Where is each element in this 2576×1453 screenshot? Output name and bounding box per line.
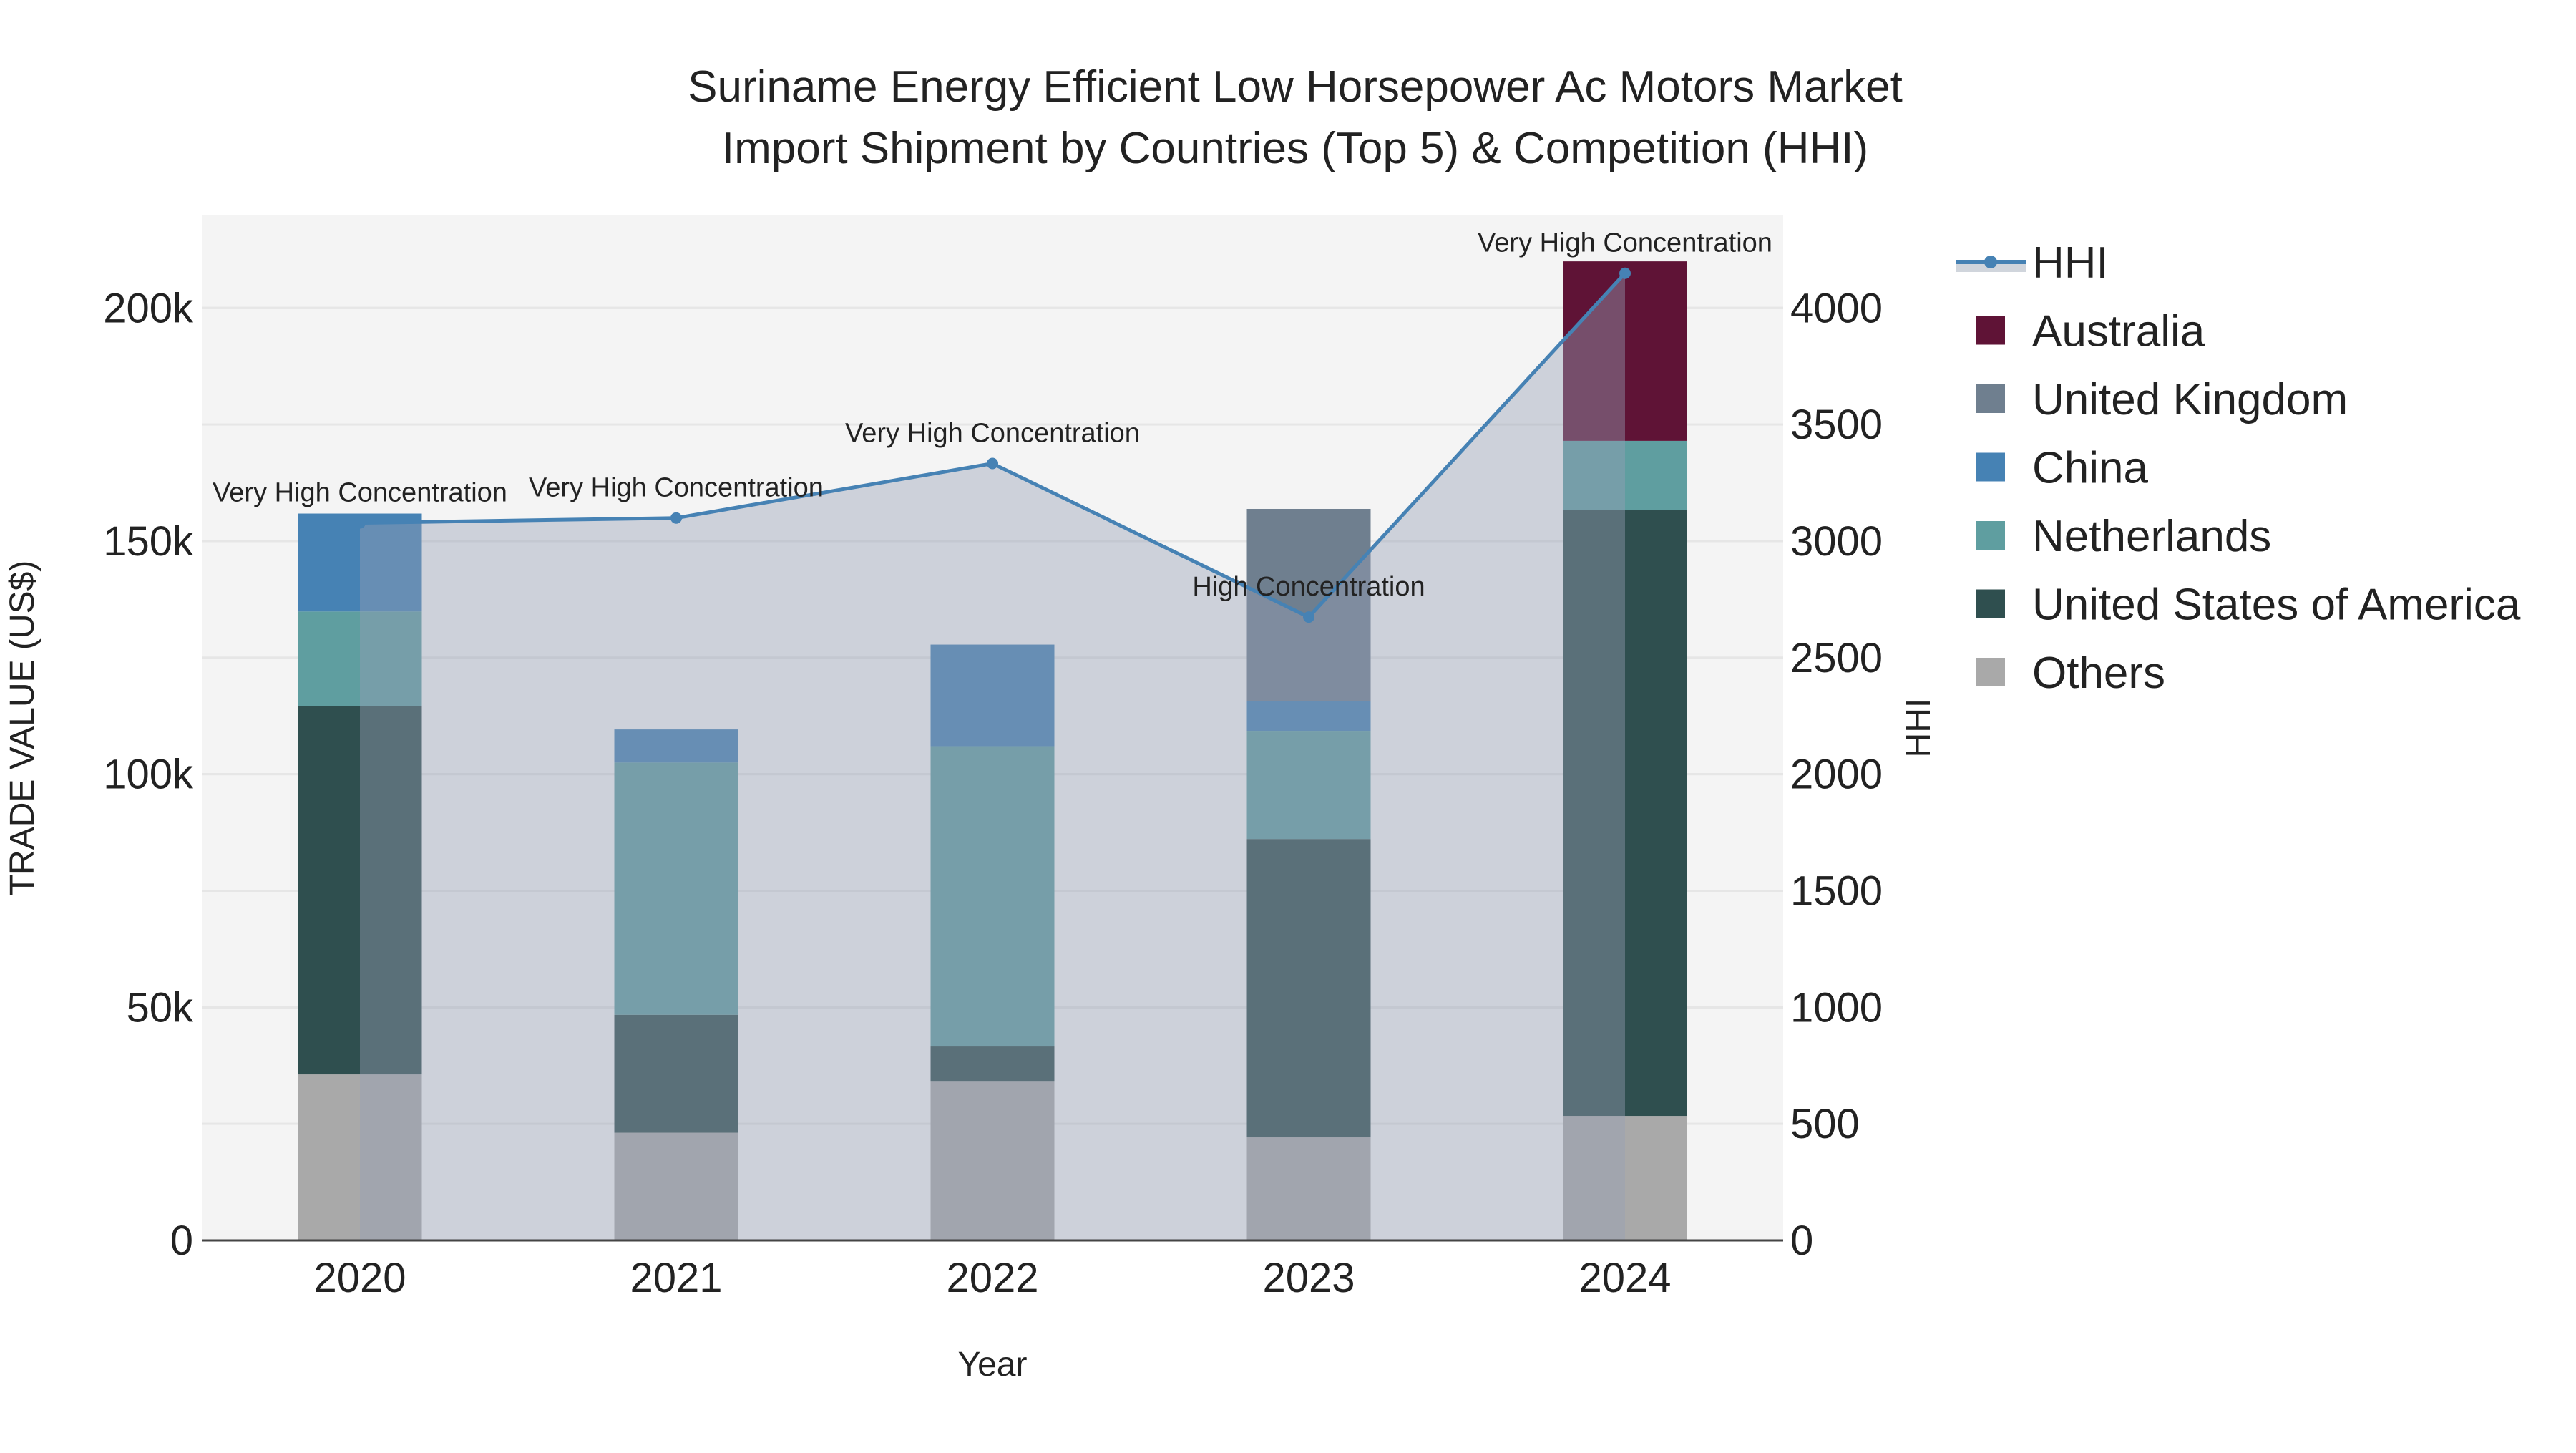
hhi-point	[1303, 611, 1314, 623]
legend-swatch	[1976, 589, 2005, 618]
legend-label: HHI	[2032, 238, 2109, 288]
x-tick-label: 2023	[1262, 1255, 1355, 1301]
legend-label: Netherlands	[2032, 512, 2271, 561]
legend-hhi-marker	[1984, 256, 1997, 268]
y2-axis-title: HHI	[1900, 699, 1938, 758]
legend-swatch	[1976, 384, 2005, 413]
y-axis-title: TRADE VALUE (US$)	[4, 560, 42, 896]
legend-label: China	[2032, 444, 2149, 493]
hhi-point	[987, 457, 998, 470]
y2-tick-label: 1000	[1790, 984, 1883, 1031]
x-tick-label: 2020	[313, 1255, 406, 1301]
y-tick-label: 50k	[126, 984, 194, 1031]
legend: HHI Australia United Kingdom China Netherlan…	[1956, 238, 2521, 698]
legend-swatch	[1976, 521, 2005, 550]
x-axis-title: Year	[958, 1346, 1028, 1384]
x-tick-label: 2021	[630, 1255, 722, 1301]
hhi-point	[1619, 267, 1631, 279]
chart-title-line2: Import Shipment by Countries (Top 5) & C…	[722, 124, 1868, 173]
hhi-annotation: Very High Concentration	[1478, 228, 1772, 258]
hhi-annotation: Very High Concentration	[213, 478, 507, 508]
hhi-point	[670, 512, 682, 524]
hhi-annotation: Very High Concentration	[845, 419, 1140, 449]
y-tick-label: 0	[170, 1218, 193, 1264]
legend-swatch	[1976, 658, 2005, 686]
y-tick-label: 200k	[103, 285, 194, 331]
chart: Very High Concentration Very High Concent…	[4, 62, 2521, 1384]
y2-tick-label: 500	[1790, 1101, 1860, 1147]
y2-tick-label: 3500	[1790, 402, 1883, 448]
hhi-annotation: Very High Concentration	[529, 473, 824, 503]
y2-tick-label: 2000	[1790, 752, 1883, 798]
hhi-point	[354, 517, 366, 529]
hhi-annotation: High Concentration	[1192, 572, 1425, 602]
y-tick-label: 100k	[103, 752, 194, 798]
legend-swatch	[1976, 452, 2005, 482]
x-tick-label: 2024	[1579, 1255, 1671, 1301]
y-tick-label: 150k	[103, 518, 194, 565]
y2-tick-label: 1500	[1790, 868, 1883, 914]
y2-tick-label: 3000	[1790, 518, 1883, 565]
legend-label: United States of America	[2032, 580, 2521, 630]
chart-title-line1: Suriname Energy Efficient Low Horsepower…	[688, 62, 1903, 112]
legend-label: United Kingdom	[2032, 375, 2348, 424]
y2-tick-label: 4000	[1790, 285, 1883, 331]
y2-tick-label: 0	[1790, 1218, 1813, 1264]
x-tick-label: 2022	[946, 1255, 1038, 1301]
legend-label: Australia	[2032, 307, 2205, 356]
y2-tick-label: 2500	[1790, 635, 1883, 681]
legend-swatch	[1976, 316, 2005, 345]
legend-label: Others	[2032, 648, 2165, 698]
